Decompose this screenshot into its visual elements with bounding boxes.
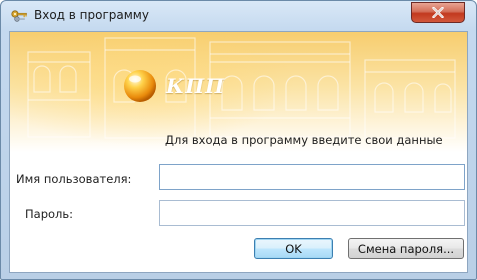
username-label: Имя пользователя: <box>16 172 132 186</box>
change-password-button[interactable]: Смена пароля... <box>348 238 464 259</box>
brand-logo-text: КПП <box>166 74 225 98</box>
logo-orb-icon <box>124 70 156 102</box>
dialog-body: КПП Для входа в программу введите свои д… <box>9 31 468 273</box>
login-hint: Для входа в программу введите свои данны… <box>165 133 443 147</box>
ok-button[interactable]: OK <box>254 238 333 259</box>
close-button[interactable] <box>411 2 465 23</box>
keys-icon <box>11 10 27 22</box>
close-icon <box>432 7 444 18</box>
login-window: Вход в программу КПП Для входа в програм… <box>0 0 477 280</box>
title-bar[interactable]: Вход в программу <box>1 1 476 31</box>
window-title: Вход в программу <box>34 8 149 22</box>
banner: КПП Для входа в программу введите свои д… <box>10 32 467 152</box>
password-input[interactable] <box>159 200 465 226</box>
username-input[interactable] <box>159 164 465 190</box>
password-label: Пароль: <box>25 207 74 221</box>
